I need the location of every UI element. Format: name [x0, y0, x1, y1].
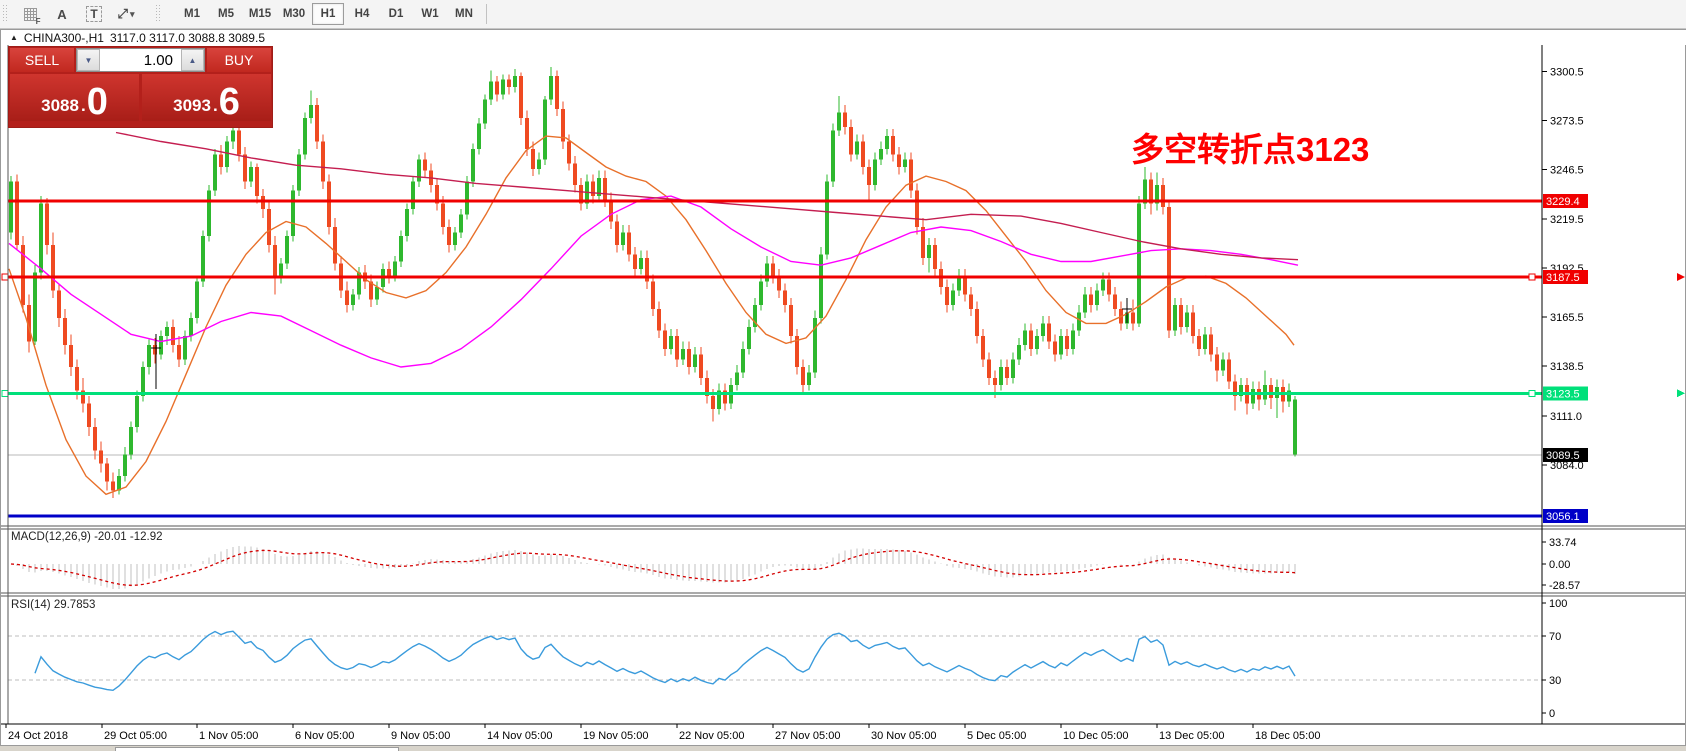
- time-tick-label: 6 Nov 05:00: [295, 730, 354, 742]
- time-tick-label: 22 Nov 05:00: [679, 730, 744, 742]
- price-line-label: 3123.5: [1546, 388, 1580, 400]
- text-box-icon[interactable]: T: [82, 3, 106, 25]
- macd-axis-label: -28.57: [1549, 580, 1580, 592]
- time-tick-label: 9 Nov 05:00: [391, 730, 450, 742]
- rsi-axis-label: 0: [1549, 708, 1555, 720]
- volume-input[interactable]: [100, 49, 181, 71]
- rsi-panel: RSI(14) 29.7853: [8, 599, 1542, 690]
- macd-header: MACD(12,26,9) -20.01 -12.92: [11, 531, 163, 543]
- price-tick-label: 3246.5: [1550, 165, 1584, 177]
- toolbar-separator: [486, 4, 487, 24]
- time-tick-label: 24 Oct 2018: [8, 730, 68, 742]
- toolbar: F A T ⤢ ▾ M1M5M15M30H1H4D1W1MN: [0, 0, 1686, 29]
- price-tick-label: 3111.0: [1550, 411, 1582, 423]
- price-tick-label: 3300.5: [1550, 67, 1584, 79]
- chart-window: ▲ CHINA300-,H1 3117.0 3117.0 3088.8 3089…: [0, 29, 1686, 751]
- toolbar-drag-grip[interactable]: [3, 5, 8, 23]
- macd-axis-label: 0.00: [1549, 559, 1570, 571]
- price-tick-label: 3273.5: [1550, 116, 1584, 128]
- price-tick-label: 3219.5: [1550, 214, 1584, 226]
- time-tick-label: 5 Dec 05:00: [967, 730, 1026, 742]
- text-label-icon[interactable]: A: [50, 3, 74, 25]
- candles-layer: [9, 67, 1297, 498]
- buy-button[interactable]: BUY: [207, 48, 271, 72]
- shapes-tool-icon[interactable]: ⤢ ▾: [114, 3, 138, 25]
- timeframe-button-mn[interactable]: MN: [448, 3, 480, 25]
- shapes-dropdown-caret[interactable]: ▾: [130, 9, 135, 20]
- price-line-label: 3089.5: [1546, 450, 1580, 462]
- rsi-header: RSI(14) 29.7853: [11, 599, 95, 611]
- volume-down-button[interactable]: ▼: [77, 49, 100, 71]
- time-tick-label: 13 Dec 05:00: [1159, 730, 1224, 742]
- rsi-axis-label: 100: [1549, 598, 1567, 610]
- rsi-axis-label: 30: [1549, 675, 1561, 687]
- price-chart-canvas[interactable]: 多空转折点3123 MACD(12,26,9) -20.01 -12.92 RSI(…: [1, 30, 1685, 751]
- time-axis: 24 Oct 2018 29 Oct 05:00 1 Nov 05:00 6 Nov …: [6, 724, 1320, 742]
- timeframe-button-m5[interactable]: M5: [210, 3, 242, 25]
- chart-tab[interactable]: [115, 747, 399, 751]
- time-tick-label: 18 Dec 05:00: [1255, 730, 1320, 742]
- price-tick-label: 3165.5: [1550, 312, 1584, 324]
- time-tick-label: 29 Oct 05:00: [104, 730, 167, 742]
- time-tick-label: 30 Nov 05:00: [871, 730, 936, 742]
- timeframe-button-h1[interactable]: H1: [312, 3, 344, 25]
- annotation-text: 多空转折点3123: [1131, 131, 1369, 168]
- time-tick-label: 1 Nov 05:00: [199, 730, 258, 742]
- panel-frames: [1, 45, 1685, 724]
- macd-panel: MACD(12,26,9) -20.01 -12.92: [11, 531, 1295, 589]
- price-tick-label: 3138.5: [1550, 361, 1584, 373]
- buy-price-display[interactable]: 3093.6: [142, 74, 271, 121]
- timeframe-button-h4[interactable]: H4: [346, 3, 378, 25]
- time-tick-label: 10 Dec 05:00: [1063, 730, 1128, 742]
- rsi-line: [35, 631, 1295, 690]
- timeframe-button-m30[interactable]: M30: [278, 3, 310, 25]
- price-axis: 3300.53273.53246.53219.53192.53165.53138…: [1542, 67, 1588, 720]
- timeframe-group: M1M5M15M30H1H4D1W1MN: [175, 3, 481, 25]
- timeframe-button-w1[interactable]: W1: [414, 3, 446, 25]
- rsi-axis-label: 70: [1549, 631, 1561, 643]
- one-click-trade-panel: SELL ▼ ▲ BUY 3088.0 3093.6: [9, 47, 272, 127]
- price-line-label: 3056.1: [1546, 511, 1580, 523]
- price-line-label: 3229.4: [1546, 196, 1580, 208]
- horizontal-lines-layer: [2, 201, 1685, 516]
- price-line-label: 3187.5: [1546, 272, 1580, 284]
- sell-button[interactable]: SELL: [10, 48, 74, 72]
- timeframe-button-m1[interactable]: M1: [176, 3, 208, 25]
- sell-price-display[interactable]: 3088.0: [10, 74, 139, 121]
- crosshair-grid-icon[interactable]: F: [18, 3, 42, 25]
- timeframe-button-d1[interactable]: D1: [380, 3, 412, 25]
- timeframe-drag-grip[interactable]: [156, 5, 161, 23]
- time-tick-label: 27 Nov 05:00: [775, 730, 840, 742]
- time-tick-label: 19 Nov 05:00: [583, 730, 648, 742]
- status-strip: [0, 745, 1686, 751]
- ma-fast-orange: [9, 136, 1294, 494]
- volume-up-button[interactable]: ▲: [181, 49, 204, 71]
- volume-stepper: ▼ ▲: [76, 48, 205, 72]
- trading-terminal: F A T ⤢ ▾ M1M5M15M30H1H4D1W1MN ▲ CHINA30…: [0, 0, 1686, 751]
- timeframe-button-m15[interactable]: M15: [244, 3, 276, 25]
- time-tick-label: 14 Nov 05:00: [487, 730, 552, 742]
- annotation-layer: 多空转折点3123: [1131, 131, 1369, 168]
- macd-axis-label: 33.74: [1549, 537, 1577, 549]
